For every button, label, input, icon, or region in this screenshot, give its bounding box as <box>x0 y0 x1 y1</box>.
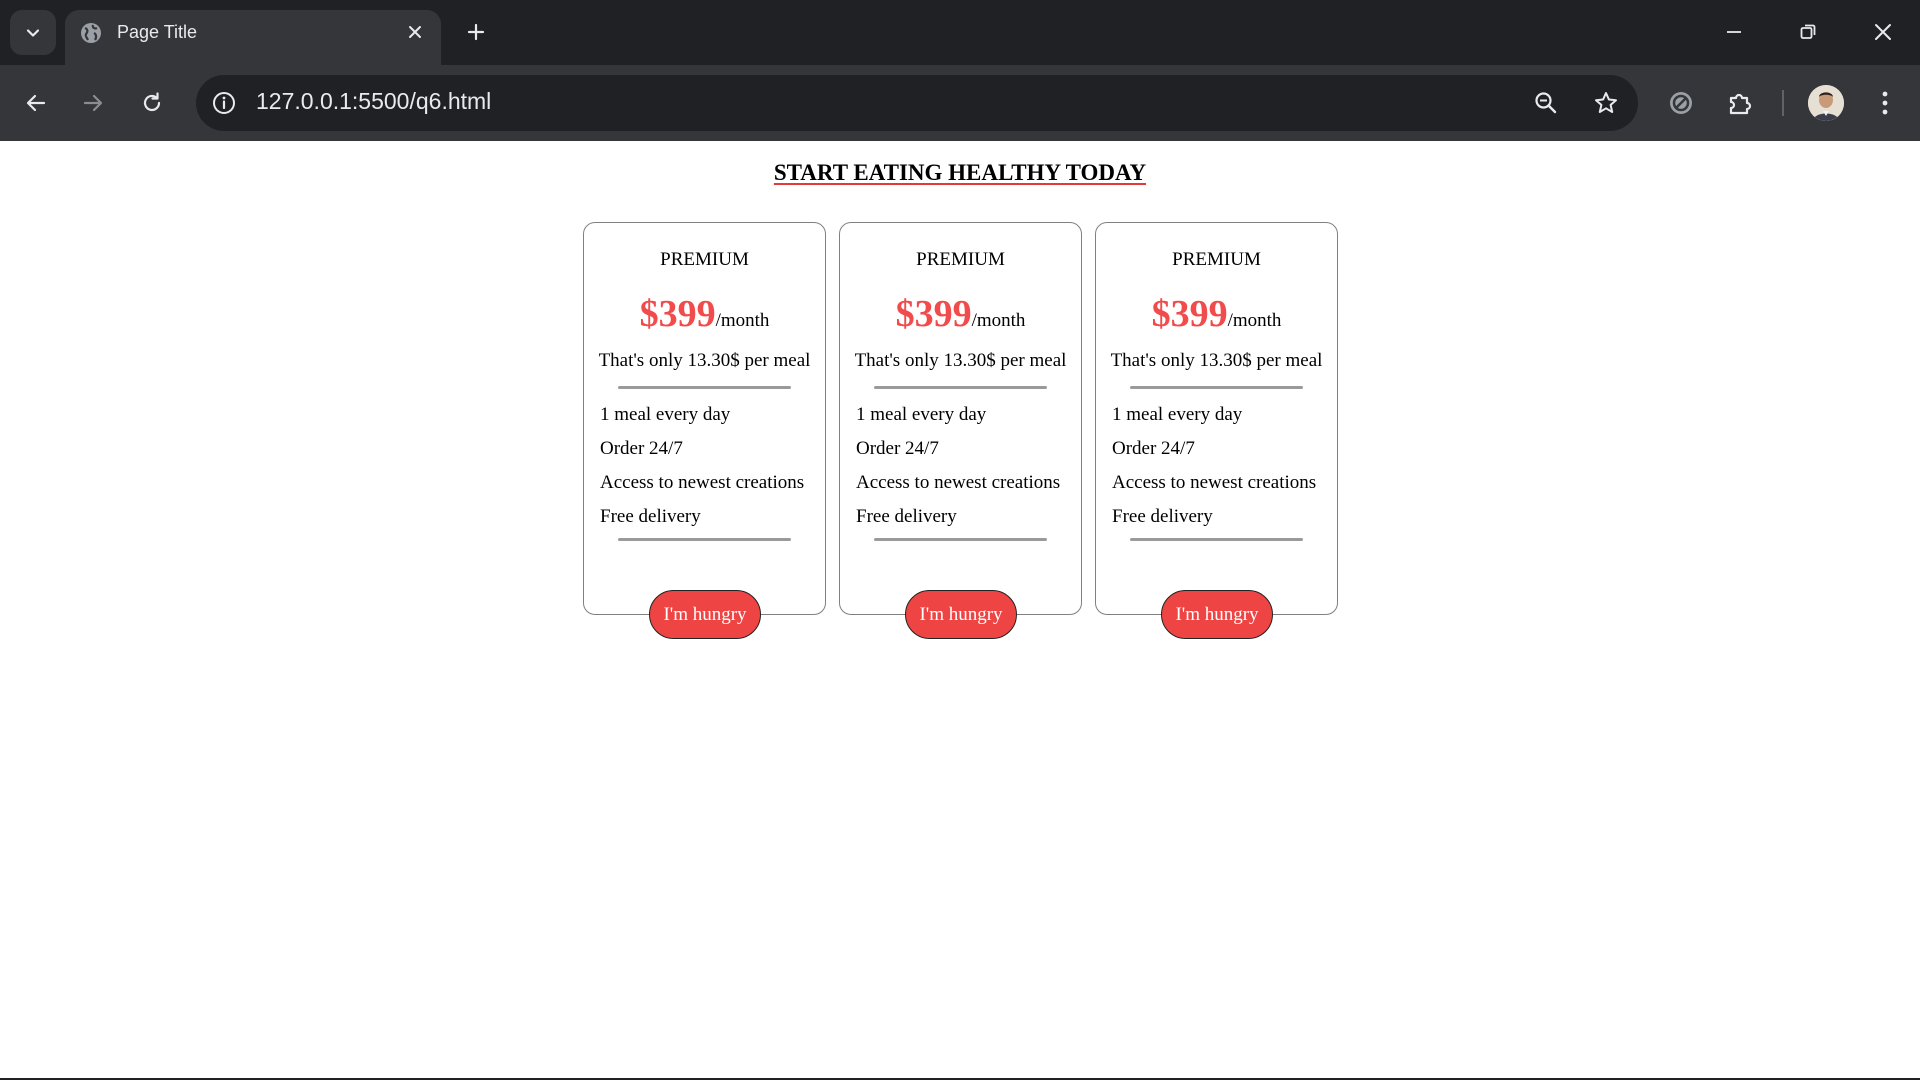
pricing-card: PREMIUM $399/month That's only 13.30$ pe… <box>583 222 826 639</box>
im-hungry-button[interactable]: I'm hungry <box>649 590 761 639</box>
reload-icon <box>143 92 161 112</box>
pricing-card: PREMIUM $399/month That's only 13.30$ pe… <box>1095 222 1338 639</box>
globe-icon <box>81 23 101 43</box>
back-button[interactable] <box>18 85 54 121</box>
price-period: /month <box>971 310 1026 331</box>
plan-name: PREMIUM <box>1172 249 1261 270</box>
window-close-button[interactable] <box>1866 16 1900 48</box>
feature-list: 1 meal every day Order 24/7 Access to ne… <box>856 398 1060 534</box>
feature-item: 1 meal every day <box>600 404 731 425</box>
im-hungry-button[interactable]: I'm hungry <box>1161 590 1273 639</box>
feature-item: 1 meal every day <box>1112 404 1243 425</box>
window-close-icon <box>1875 24 1891 40</box>
im-hungry-button[interactable]: I'm hungry <box>905 590 1017 639</box>
divider <box>1130 386 1303 389</box>
feature-item: Access to newest creations <box>600 472 805 493</box>
kebab-menu-icon <box>1882 91 1888 115</box>
zoom-icon <box>1535 92 1557 114</box>
zoom-button[interactable] <box>1530 87 1562 119</box>
divider <box>874 538 1047 541</box>
divider <box>618 386 791 389</box>
close-icon <box>409 26 421 38</box>
price-amount: $399 <box>639 293 716 335</box>
bookmark-button[interactable] <box>1590 87 1622 119</box>
extension-blocked-button[interactable] <box>1663 85 1699 121</box>
minimize-icon <box>1727 31 1741 33</box>
feature-item: Order 24/7 <box>856 438 939 459</box>
page-content: START EATING HEALTHY TODAY PREMIUM $399/… <box>0 141 1920 1080</box>
feature-item: Free delivery <box>856 506 957 527</box>
divider <box>618 538 791 541</box>
forward-button[interactable] <box>75 85 111 121</box>
feature-item: Order 24/7 <box>1112 438 1195 459</box>
per-meal-text: That's only 13.30$ per meal <box>598 350 811 371</box>
extensions-button[interactable] <box>1722 85 1758 121</box>
reload-button[interactable] <box>134 85 170 121</box>
feature-item: 1 meal every day <box>856 404 987 425</box>
active-tab[interactable]: Page Title <box>65 10 441 65</box>
pricing-cards: PREMIUM $399/month That's only 13.30$ pe… <box>583 222 1338 639</box>
divider <box>1130 538 1303 541</box>
feature-item: Order 24/7 <box>600 438 683 459</box>
avatar[interactable] <box>1808 85 1844 121</box>
price-period: /month <box>715 310 770 331</box>
blocked-icon <box>1670 92 1692 114</box>
tab-strip: Page Title <box>0 0 1920 65</box>
new-tab-button[interactable] <box>462 18 490 46</box>
restore-button[interactable] <box>1791 16 1825 48</box>
page-title: START EATING HEALTHY TODAY <box>0 160 1920 186</box>
feature-list: 1 meal every day Order 24/7 Access to ne… <box>1112 398 1316 534</box>
per-meal-text: That's only 13.30$ per meal <box>1110 350 1323 371</box>
plan-price: $399/month <box>1096 292 1337 336</box>
puzzle-icon <box>1729 93 1752 115</box>
browser-menu-button[interactable] <box>1867 85 1903 121</box>
info-icon[interactable] <box>210 89 238 117</box>
price-amount: $399 <box>895 293 972 335</box>
plus-icon <box>467 23 485 41</box>
plan-name: PREMIUM <box>916 249 1005 270</box>
plan-price: $399/month <box>584 292 825 336</box>
tab-search-button[interactable] <box>10 10 56 55</box>
close-tab-button[interactable] <box>403 20 427 44</box>
star-icon <box>1595 92 1617 113</box>
forward-arrow-icon <box>83 94 103 112</box>
feature-item: Access to newest creations <box>1112 472 1317 493</box>
back-arrow-icon <box>26 94 46 112</box>
feature-list: 1 meal every day Order 24/7 Access to ne… <box>600 398 804 534</box>
address-bar[interactable]: 127.0.0.1:5500/q6.html <box>196 75 1638 131</box>
tab-title: Page Title <box>117 22 198 42</box>
page-title-text: START EATING HEALTHY TODAY <box>773 160 1147 185</box>
restore-icon <box>1800 24 1816 39</box>
browser-toolbar: 127.0.0.1:5500/q6.html <box>0 65 1920 141</box>
minimize-button[interactable] <box>1717 16 1751 48</box>
divider <box>874 386 1047 389</box>
profile-picture-icon <box>1808 85 1844 121</box>
price-amount: $399 <box>1151 293 1228 335</box>
feature-item: Free delivery <box>1112 506 1213 527</box>
per-meal-text: That's only 13.30$ per meal <box>854 350 1067 371</box>
feature-item: Access to newest creations <box>856 472 1061 493</box>
toolbar-separator <box>1782 90 1784 116</box>
feature-item: Free delivery <box>600 506 701 527</box>
pricing-card: PREMIUM $399/month That's only 13.30$ pe… <box>839 222 1082 639</box>
url-text[interactable]: 127.0.0.1:5500/q6.html <box>256 88 491 115</box>
plan-price: $399/month <box>840 292 1081 336</box>
plan-name: PREMIUM <box>660 249 749 270</box>
chevron-down-icon <box>26 28 40 37</box>
price-period: /month <box>1227 310 1282 331</box>
